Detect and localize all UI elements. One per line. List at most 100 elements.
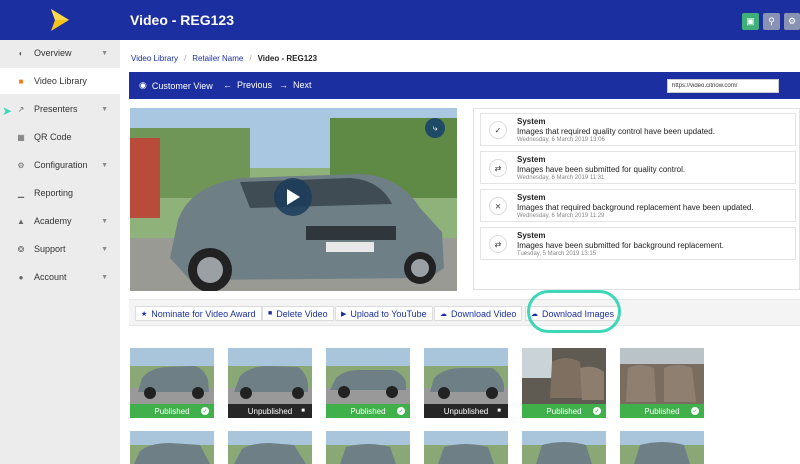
status-label: Published <box>644 406 680 416</box>
sidebar-item-label: Reporting <box>34 188 74 198</box>
download-video-label: Download Video <box>451 308 517 319</box>
comment-icon: ■ <box>497 408 501 414</box>
sidebar-item-label: Support <box>34 244 66 254</box>
sidebar-item-label: Configuration <box>34 160 88 170</box>
dashboard-icon: ◐ <box>18 48 24 58</box>
next-button[interactable]: → Next <box>279 80 312 90</box>
image-thumbnail[interactable] <box>228 431 312 464</box>
image-thumbnail[interactable] <box>130 431 214 464</box>
sidebar-item-configuration[interactable]: ⚙ Configuration ▼ <box>0 152 120 178</box>
car-button[interactable]: ▣ <box>742 13 759 30</box>
sidebar-item-label: Overview <box>34 48 72 58</box>
image-thumbnail[interactable] <box>424 431 508 464</box>
image-thumbnail[interactable]: Published ✓ <box>326 348 410 418</box>
arrow-left-icon: ← <box>223 80 232 90</box>
sidebar-item-label: Account <box>34 272 67 282</box>
check-icon: ✓ <box>201 407 209 415</box>
sidebar: ◐ Overview ▼ ■ Video Library ↗ Presenter… <box>0 40 120 464</box>
previous-button[interactable]: ← Previous <box>223 80 272 90</box>
sidebar-item-video-library[interactable]: ■ Video Library <box>0 68 120 94</box>
video-url-input[interactable] <box>667 79 779 93</box>
chevron-down-icon: ▼ <box>101 245 108 253</box>
gear-icon: ⚙ <box>787 16 797 26</box>
sidebar-item-label: Presenters <box>34 104 78 114</box>
sidebar-item-academy[interactable]: ▲ Academy ▼ <box>0 208 120 234</box>
chevron-down-icon: ▼ <box>101 49 108 57</box>
settings-button[interactable]: ⚙ <box>784 13 800 30</box>
status-badge: Published ✓ <box>620 404 704 418</box>
search-button[interactable]: ⚲ <box>763 13 780 30</box>
trophy-icon: ★ <box>141 310 148 318</box>
car-photo <box>522 431 606 464</box>
nominate-award-button[interactable]: ★ Nominate for Video Award <box>135 306 262 321</box>
sidebar-item-label: QR Code <box>34 132 72 142</box>
activity-time: Wednesday, 6 March 2019 11:29 <box>517 213 605 219</box>
breadcrumb-link-video-library[interactable]: Video Library <box>131 54 178 63</box>
breadcrumb-link-retailer[interactable]: Retailer Name <box>192 54 243 63</box>
activity-title: System <box>517 193 546 202</box>
logo[interactable] <box>0 0 120 40</box>
qr-code-icon: ▦ <box>17 132 25 142</box>
status-label: Unpublished <box>247 406 293 416</box>
video-player[interactable]: ⤷ <box>130 108 457 291</box>
activity-feed: ✓ System Images that required quality co… <box>473 108 800 290</box>
status-badge: Published ✓ <box>522 404 606 418</box>
image-thumbnail[interactable]: Published ✓ <box>620 348 704 418</box>
status-badge: Unpublished ■ <box>424 404 508 418</box>
activity-item: ⇄ System Images have been submitted for … <box>480 151 796 184</box>
status-label: Published <box>350 406 386 416</box>
share-button[interactable]: ⤷ <box>425 118 445 138</box>
activity-item: ⇄ System Images have been submitted for … <box>480 227 796 260</box>
sidebar-item-label: Academy <box>34 216 72 226</box>
customer-view-button[interactable]: ◉ Customer View <box>139 80 213 91</box>
logo-icon <box>51 9 69 31</box>
user-icon: ● <box>18 272 24 282</box>
upload-youtube-button[interactable]: ▶ Upload to YouTube <box>335 306 433 321</box>
breadcrumb-separator: / <box>249 54 252 63</box>
car-photo <box>228 348 312 404</box>
activity-message: Images have been submitted for quality c… <box>517 165 686 174</box>
bar-chart-icon: ▁ <box>17 188 25 198</box>
car-photo <box>620 431 704 464</box>
sidebar-item-support[interactable]: ❂ Support ▼ <box>0 236 120 262</box>
image-thumbnail[interactable]: Unpublished ■ <box>424 348 508 418</box>
chevron-down-icon: ▼ <box>101 161 108 169</box>
sidebar-item-overview[interactable]: ◐ Overview ▼ <box>0 40 120 66</box>
image-thumbnail[interactable]: Published ✓ <box>130 348 214 418</box>
image-thumbnail[interactable] <box>620 431 704 464</box>
cloud-download-icon: ☁ <box>440 310 447 318</box>
sidebar-item-account[interactable]: ● Account ▼ <box>0 264 120 290</box>
image-thumbnail[interactable] <box>522 431 606 464</box>
delete-video-button[interactable]: ■ Delete Video <box>262 306 334 321</box>
status-label: Published <box>154 406 190 416</box>
next-label: Next <box>293 80 312 90</box>
car-photo <box>326 348 410 404</box>
youtube-icon: ▶ <box>341 310 347 318</box>
trash-icon: ■ <box>268 310 273 317</box>
chevron-down-icon: ▼ <box>101 273 108 281</box>
lifebuoy-icon: ❂ <box>17 244 25 254</box>
chevron-down-icon: ▼ <box>101 105 108 113</box>
breadcrumb-current: Video - REG123 <box>257 54 318 63</box>
video-toolbar: ★ Nominate for Video Award ■ Delete Vide… <box>129 299 800 326</box>
car-photo <box>130 431 214 464</box>
image-thumbnail[interactable]: Published ✓ <box>522 348 606 418</box>
status-badge: Published ✓ <box>130 404 214 418</box>
sidebar-item-qr-code[interactable]: ▦ QR Code <box>0 124 120 150</box>
play-icon <box>287 189 300 205</box>
download-video-button[interactable]: ☁ Download Video <box>434 306 523 321</box>
sidebar-item-reporting[interactable]: ▁ Reporting <box>0 180 120 206</box>
comment-icon: ■ <box>301 408 305 414</box>
activity-message: Images that required quality control hav… <box>517 127 715 136</box>
image-thumbnail[interactable] <box>326 431 410 464</box>
youtube-label: Upload to YouTube <box>350 308 427 319</box>
activity-message: Images that required background replacem… <box>517 203 754 212</box>
transfer-icon: ⇄ <box>489 235 507 253</box>
play-button[interactable] <box>274 178 312 216</box>
status-label: Unpublished <box>443 406 489 416</box>
image-thumbnail[interactable]: Unpublished ■ <box>228 348 312 418</box>
breadcrumb: Video Library / Retailer Name / Video - … <box>131 54 317 63</box>
sidebar-item-presenters[interactable]: ↗ Presenters ▼ <box>0 96 120 122</box>
check-icon: ✓ <box>397 407 405 415</box>
status-label: Published <box>546 406 582 416</box>
